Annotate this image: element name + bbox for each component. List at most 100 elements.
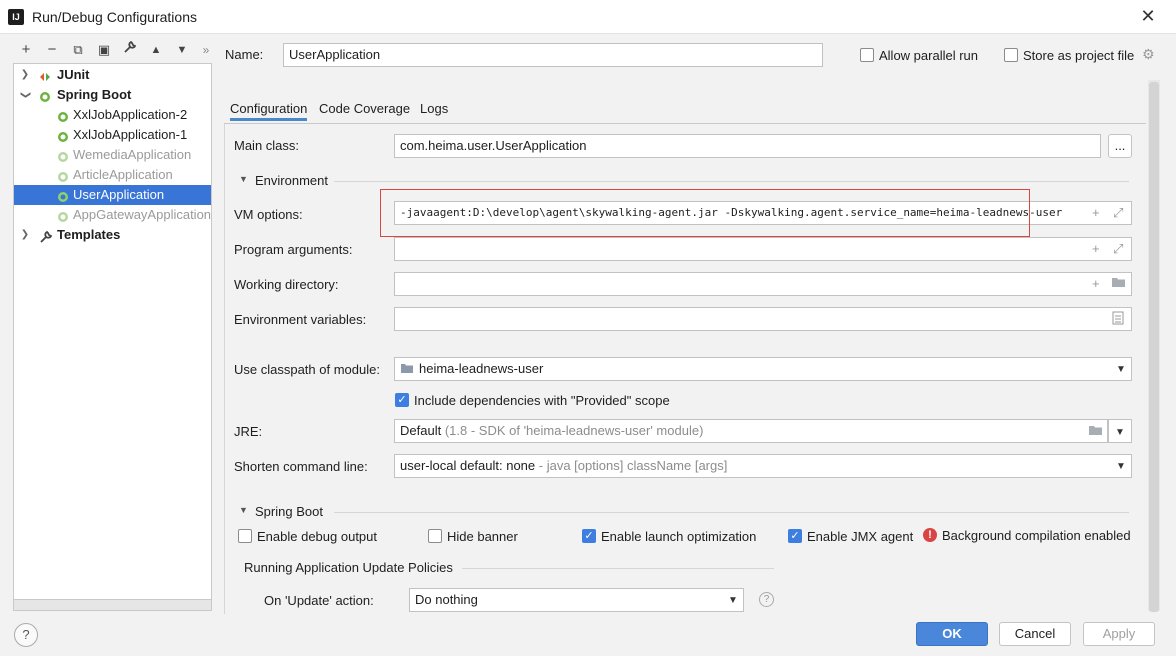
chevron-down-icon[interactable]: ▼ bbox=[1116, 461, 1126, 472]
chevron-down-icon[interactable]: ❯ bbox=[15, 89, 35, 101]
tree-item-xxljob-2[interactable]: XxlJobApplication-2 bbox=[14, 105, 211, 125]
tab-configuration[interactable]: Configuration bbox=[230, 101, 308, 121]
main-class-label: Main class: bbox=[234, 138, 300, 153]
hide-banner-label: Hide banner bbox=[447, 529, 518, 544]
shorten-value: user-local default: none bbox=[400, 458, 536, 473]
tree-item-label: WemediaApplication bbox=[73, 147, 192, 162]
tree-item-app-gateway[interactable]: AppGatewayApplication bbox=[14, 205, 211, 225]
tree-item-xxljob-1[interactable]: XxlJobApplication-1 bbox=[14, 125, 211, 145]
document-icon[interactable] bbox=[1112, 311, 1124, 328]
classpath-module-label: Use classpath of module: bbox=[234, 362, 380, 377]
spring-boot-section-title: Spring Boot bbox=[255, 504, 323, 519]
enable-debug-output-checkbox[interactable] bbox=[238, 529, 252, 543]
spring-boot-app-icon bbox=[57, 129, 71, 142]
hide-banner-checkbox[interactable] bbox=[428, 529, 442, 543]
background-compilation-label: Background compilation enabled bbox=[942, 528, 1131, 543]
spring-boot-app-icon bbox=[57, 189, 71, 202]
chevron-right-icon[interactable]: ❯ bbox=[19, 65, 31, 85]
help-button[interactable]: ? bbox=[14, 623, 38, 647]
title-bar: IJ Run/Debug Configurations ✕ bbox=[0, 0, 1176, 34]
chevron-down-icon[interactable]: ▼ bbox=[239, 174, 248, 184]
allow-parallel-run-label: Allow parallel run bbox=[879, 48, 978, 63]
more-icon[interactable]: » bbox=[196, 40, 216, 60]
window-title: Run/Debug Configurations bbox=[32, 9, 197, 25]
tree-item-junit[interactable]: ❯ JUnit bbox=[14, 65, 211, 85]
junit-icon bbox=[39, 69, 53, 81]
chevron-down-icon[interactable]: ▼ bbox=[728, 595, 738, 606]
apply-button[interactable]: Apply bbox=[1083, 622, 1155, 646]
program-arguments-input[interactable] bbox=[394, 237, 1132, 261]
shorten-command-line-label: Shorten command line: bbox=[234, 459, 368, 474]
highlight-box bbox=[380, 189, 1030, 237]
enable-debug-output-label: Enable debug output bbox=[257, 529, 377, 544]
jre-label: JRE: bbox=[234, 424, 263, 439]
folder-icon[interactable] bbox=[1111, 276, 1127, 291]
tree-item-label: Templates bbox=[57, 227, 121, 242]
jre-input[interactable]: Default (1.8 - SDK of 'heima-leadnews-us… bbox=[394, 419, 1108, 443]
expand-icon[interactable]: ⤢ bbox=[1113, 241, 1123, 257]
tab-logs[interactable]: Logs bbox=[420, 101, 448, 116]
add-icon[interactable]: + bbox=[1092, 205, 1100, 220]
store-as-project-file-label: Store as project file bbox=[1023, 48, 1135, 63]
name-label: Name: bbox=[225, 47, 264, 62]
close-icon[interactable]: ✕ bbox=[1138, 6, 1158, 26]
tree-item-label: JUnit bbox=[57, 67, 90, 82]
add-icon[interactable]: + bbox=[1092, 241, 1100, 256]
tree-item-templates[interactable]: ❯ Templates bbox=[14, 225, 211, 245]
move-down-icon[interactable]: ▼ bbox=[172, 40, 192, 60]
tree-item-label: AppGatewayApplication bbox=[73, 207, 212, 222]
tree-item-label: ArticleApplication bbox=[73, 167, 173, 182]
tree-item-article[interactable]: ArticleApplication bbox=[14, 165, 211, 185]
question-icon[interactable]: ? bbox=[759, 592, 774, 607]
scrollbar-thumb[interactable] bbox=[1149, 82, 1159, 612]
copy-icon[interactable]: ⧉ bbox=[68, 40, 88, 60]
name-input[interactable]: UserApplication bbox=[283, 43, 823, 67]
update-policies-title: Running Application Update Policies bbox=[244, 560, 453, 575]
wrench-icon[interactable] bbox=[120, 40, 140, 60]
tree-item-label: UserApplication bbox=[73, 187, 165, 202]
environment-variables-input[interactable] bbox=[394, 307, 1132, 331]
tree-item-user-application[interactable]: UserApplication bbox=[14, 185, 211, 205]
add-icon[interactable]: + bbox=[1092, 276, 1100, 291]
tree-horizontal-scrollbar[interactable] bbox=[13, 599, 212, 611]
tree-item-label: XxlJobApplication-2 bbox=[73, 107, 188, 122]
main-class-input[interactable]: com.heima.user.UserApplication bbox=[394, 134, 1101, 158]
allow-parallel-run-checkbox[interactable] bbox=[860, 48, 874, 62]
enable-jmx-agent-label: Enable JMX agent bbox=[807, 529, 914, 544]
shorten-command-line-select[interactable]: user-local default: none - java [options… bbox=[394, 454, 1132, 478]
store-as-project-file-checkbox[interactable] bbox=[1004, 48, 1018, 62]
ok-button[interactable]: OK bbox=[916, 622, 988, 646]
enable-launch-optimization-checkbox[interactable]: ✓ bbox=[582, 529, 596, 543]
chevron-down-icon[interactable]: ▼ bbox=[1116, 364, 1126, 375]
jre-dropdown[interactable]: ▼ bbox=[1108, 419, 1132, 443]
cancel-button[interactable]: Cancel bbox=[999, 622, 1071, 646]
spring-boot-icon bbox=[39, 89, 53, 102]
add-icon[interactable]: + bbox=[16, 40, 36, 60]
expand-icon[interactable]: ⤢ bbox=[1113, 205, 1123, 221]
tree-item-wemedia[interactable]: WemediaApplication bbox=[14, 145, 211, 165]
section-divider bbox=[462, 568, 774, 569]
vm-options-label: VM options: bbox=[234, 207, 303, 222]
browse-main-class-button[interactable]: ... bbox=[1108, 134, 1132, 158]
jre-hint: (1.8 - SDK of 'heima-leadnews-user' modu… bbox=[444, 423, 704, 438]
move-up-icon[interactable]: ▲ bbox=[146, 40, 166, 60]
error-icon: ! bbox=[923, 528, 937, 542]
folder-icon[interactable] bbox=[1088, 424, 1104, 439]
spring-boot-app-icon bbox=[57, 169, 71, 182]
working-directory-input[interactable] bbox=[394, 272, 1132, 296]
classpath-module-select[interactable]: heima-leadnews-user bbox=[394, 357, 1132, 381]
environment-section-title: Environment bbox=[255, 173, 328, 188]
save-icon[interactable]: ▣ bbox=[94, 40, 114, 60]
spring-boot-app-icon bbox=[57, 209, 71, 222]
remove-icon[interactable]: − bbox=[42, 40, 62, 60]
gear-icon[interactable]: ⚙ bbox=[1142, 46, 1155, 63]
tree-item-spring-boot[interactable]: ❯ Spring Boot bbox=[14, 85, 211, 105]
chevron-down-icon[interactable]: ▼ bbox=[239, 505, 248, 515]
include-provided-checkbox[interactable]: ✓ bbox=[395, 393, 409, 407]
on-update-select[interactable]: Do nothing bbox=[409, 588, 744, 612]
include-provided-label: Include dependencies with "Provided" sco… bbox=[414, 393, 670, 408]
enable-jmx-agent-checkbox[interactable]: ✓ bbox=[788, 529, 802, 543]
tab-code-coverage[interactable]: Code Coverage bbox=[319, 101, 410, 116]
wrench-icon bbox=[39, 229, 53, 243]
chevron-right-icon[interactable]: ❯ bbox=[19, 225, 31, 245]
